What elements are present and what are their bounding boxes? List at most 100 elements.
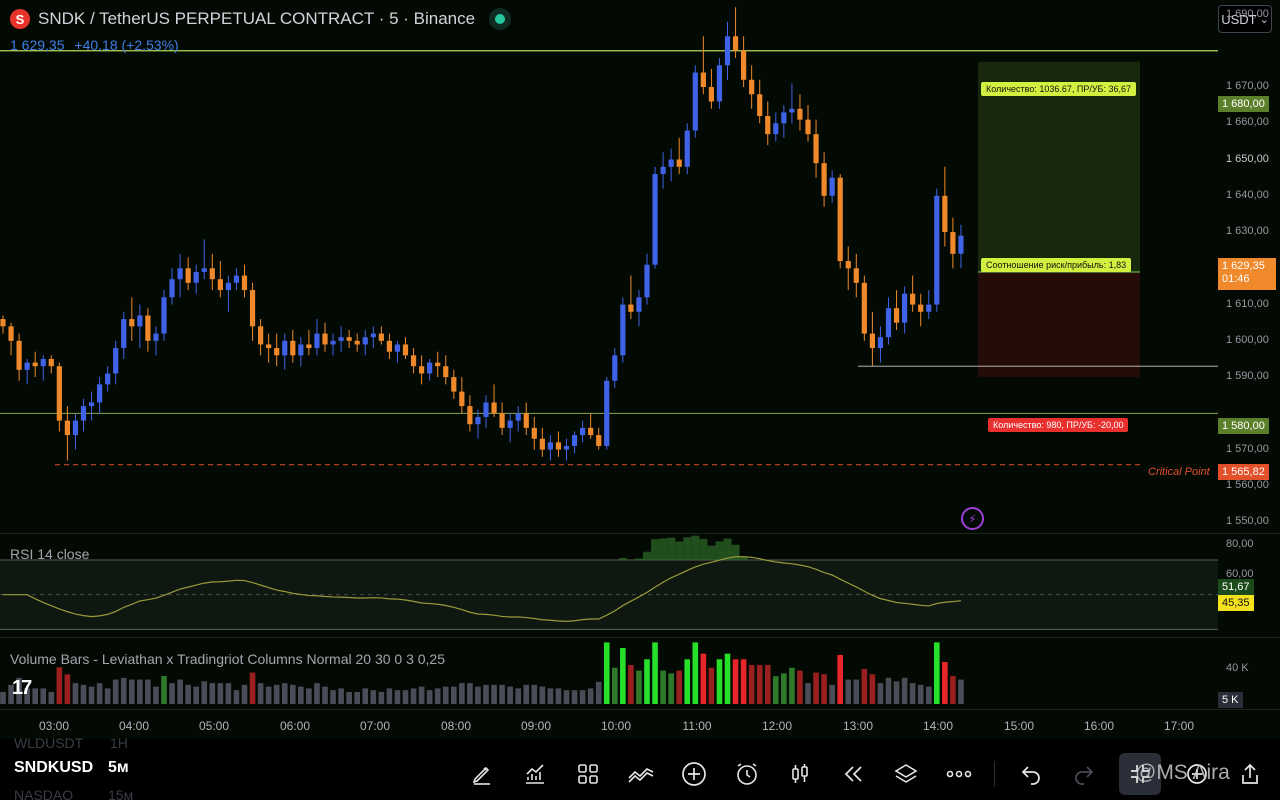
candle-body (926, 304, 932, 312)
volume-title[interactable]: Volume Bars - Leviathan x Tradingriot Co… (10, 651, 445, 667)
tradingview-logo[interactable]: 17 (12, 677, 32, 700)
candle-body (781, 112, 787, 124)
tp-callout[interactable]: Количество: 1036.67, ПР/УБ: 36,67 (981, 82, 1136, 96)
volume-bar (483, 684, 489, 704)
indicators-icon[interactable] (517, 758, 552, 790)
lightning-alert-icon[interactable]: ⚡ (961, 507, 984, 530)
volume-bar (644, 659, 650, 704)
candle (644, 253, 650, 305)
volume-bar (169, 683, 175, 704)
volume-bar (48, 691, 55, 704)
volume-bar (402, 690, 409, 704)
candle-body (153, 333, 159, 341)
volume-bar (821, 674, 827, 704)
trend-lines-icon[interactable] (623, 758, 658, 790)
rsi-overbought-fill (643, 551, 652, 560)
candle-body (821, 163, 827, 196)
current-price-value: 1 629,35 (1222, 260, 1265, 272)
market-status-icon[interactable] (489, 8, 512, 30)
candle (161, 290, 167, 341)
candle-body (596, 435, 602, 446)
volume-bar (652, 642, 658, 704)
interval-selector[interactable]: 5м (108, 759, 129, 777)
volume-chart[interactable] (0, 638, 1280, 710)
candle-body (684, 130, 690, 167)
candle (258, 319, 264, 356)
time-axis-label: 04:00 (118, 719, 150, 733)
rsi-overbought-fill (634, 558, 643, 560)
candle-body (531, 427, 537, 439)
volume-bar (603, 642, 610, 704)
volume-bar (853, 679, 860, 704)
candle-body (773, 123, 779, 135)
price-pane[interactable]: S SNDK / TetherUS PERPETUAL CONTRACT · 5… (0, 0, 1280, 533)
candle (588, 413, 594, 439)
candle (241, 264, 248, 298)
candle-body (88, 402, 95, 407)
candle (72, 413, 79, 450)
more-icon[interactable] (941, 758, 976, 790)
chart-title[interactable]: SNDK / TetherUS PERPETUAL CONTRACT · 5 ·… (38, 9, 475, 29)
candle (153, 326, 159, 356)
candles-icon[interactable] (782, 758, 817, 790)
layers-icon[interactable] (888, 758, 923, 790)
candle (113, 340, 119, 385)
volume-bar (265, 686, 272, 704)
volume-bar (563, 690, 570, 704)
volume-bar (805, 683, 811, 704)
pencil-icon[interactable] (464, 758, 499, 790)
volume-bar (829, 684, 835, 704)
candle-body (402, 344, 409, 356)
time-axis[interactable]: 03:00 04:00 05:00 06:00 07:00 08:00 09:00 10:00… (0, 709, 1280, 739)
volume-bar (861, 669, 868, 704)
candle (105, 366, 111, 392)
volume-bar (249, 672, 256, 704)
symbol-logo: S (10, 9, 30, 29)
candle (507, 413, 513, 443)
candle-body (708, 87, 714, 102)
alarm-clock-icon[interactable] (729, 758, 764, 790)
layout-grid-icon[interactable] (570, 758, 605, 790)
price-axis-label: 1 630,00 (1226, 225, 1269, 238)
time-axis-label: 13:00 (842, 719, 874, 733)
replay-icon[interactable] (835, 758, 870, 790)
candle-body (435, 362, 441, 367)
volume-bar (668, 673, 674, 704)
candle-body (314, 333, 320, 349)
candle-body (749, 79, 755, 95)
volume-pane[interactable]: Volume Bars - Leviathan x Tradingriot Co… (0, 637, 1280, 709)
candle (829, 170, 835, 204)
candle (378, 326, 384, 345)
risk-reward-callout[interactable]: Соотношение риск/прибыль: 1,83 (981, 258, 1132, 272)
sl-callout[interactable]: Количество: 980, ПР/УБ: -20,00 (988, 418, 1129, 432)
time-axis-label: 08:00 (440, 719, 472, 733)
candle (56, 362, 62, 432)
candle-body (225, 282, 231, 291)
candle (958, 224, 964, 269)
add-circle-icon[interactable] (676, 758, 711, 790)
rsi-chart[interactable] (0, 534, 1280, 638)
last-price: 1 629,35 (10, 37, 65, 53)
volume-bar (909, 683, 916, 704)
symbol-selector[interactable]: SNDKUSD (14, 759, 93, 777)
candle-body (266, 344, 272, 349)
undo-icon[interactable] (1013, 758, 1048, 790)
candle (571, 431, 578, 454)
volume-bar (869, 674, 876, 704)
redo-icon[interactable] (1066, 758, 1101, 790)
volume-bar (378, 691, 385, 704)
price-axis-label: 1 640,00 (1226, 188, 1269, 201)
volume-bar (523, 684, 530, 704)
candle-body (386, 340, 392, 352)
rsi-title[interactable]: RSI 14 close (10, 546, 89, 562)
candle (0, 315, 6, 334)
bar-countdown: 01:46 (1222, 273, 1250, 285)
share-icon[interactable] (1232, 758, 1267, 790)
time-axis-label: 05:00 (198, 719, 230, 733)
candle-body (459, 391, 465, 407)
rsi-pane[interactable]: RSI 14 close 80,00 60,00 51,67 45,35 (0, 533, 1280, 637)
candle (290, 329, 296, 363)
volume-bar (386, 688, 393, 704)
candle (435, 351, 441, 378)
candle-body (40, 358, 46, 367)
